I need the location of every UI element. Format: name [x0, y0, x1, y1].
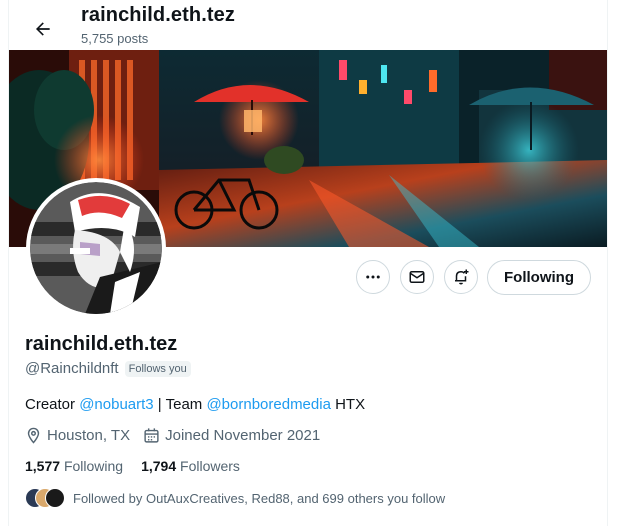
handle-row: @Rainchildnft Follows you — [25, 360, 191, 377]
message-button[interactable] — [400, 260, 434, 294]
followers-count-link[interactable]: 1,794 Followers — [141, 458, 240, 474]
profile-handle: @Rainchildnft — [25, 360, 119, 377]
more-icon — [366, 275, 380, 279]
following-button[interactable]: Following — [487, 260, 591, 295]
following-label: Following — [63, 458, 124, 474]
followed-by-row[interactable]: Followed by OutAuxCreatives, Red88, and … — [25, 488, 445, 508]
header-title: rainchild.eth.tez — [81, 4, 235, 26]
location-text: Houston, TX — [47, 427, 131, 444]
location-item: Houston, TX — [25, 427, 130, 444]
followers-label: Followers — [180, 458, 240, 474]
back-button[interactable] — [26, 12, 60, 46]
joined-text: Joined November 2021 — [165, 427, 321, 444]
arrow-left-icon — [36, 22, 50, 36]
joined-item: Joined November 2021 — [143, 427, 320, 444]
bio-prefix: Creator — [25, 396, 80, 413]
profile-page: rainchild.eth.tez 5,755 posts Following … — [8, 0, 608, 526]
bio-mention-nobuart3[interactable]: @nobuart3 — [79, 396, 153, 413]
follow-counts: 1,577 Following 1,794 Followers — [25, 458, 258, 474]
calendar-icon — [144, 428, 159, 443]
followed-by-text: Followed by OutAuxCreatives, Red88, and … — [73, 490, 446, 506]
location-pin-icon — [27, 427, 40, 444]
bio-middle: | Team — [153, 396, 207, 413]
followed-by-avatars — [25, 488, 65, 508]
profile-meta: Houston, TX Joined November 2021 — [25, 427, 333, 444]
following-count-link[interactable]: 1,577 Following — [25, 458, 123, 474]
follows-you-badge: Follows you — [124, 360, 191, 377]
bell-plus-icon — [455, 269, 469, 285]
profile-bio: Creator @nobuart3 | Team @bornboredmedia… — [25, 396, 365, 413]
display-name: rainchild.eth.tez — [25, 333, 178, 355]
header-post-count: 5,755 posts — [81, 31, 149, 46]
more-button[interactable] — [356, 260, 390, 294]
envelope-icon — [409, 271, 425, 283]
bio-suffix: HTX — [330, 396, 366, 413]
followers-count: 1,794 — [141, 458, 177, 474]
following-count: 1,577 — [25, 458, 61, 474]
bio-mention-bornboredmedia[interactable]: @bornboredmedia — [206, 396, 330, 413]
notifications-button[interactable] — [444, 260, 478, 294]
follower-avatar — [45, 488, 65, 508]
profile-avatar[interactable] — [26, 178, 166, 318]
